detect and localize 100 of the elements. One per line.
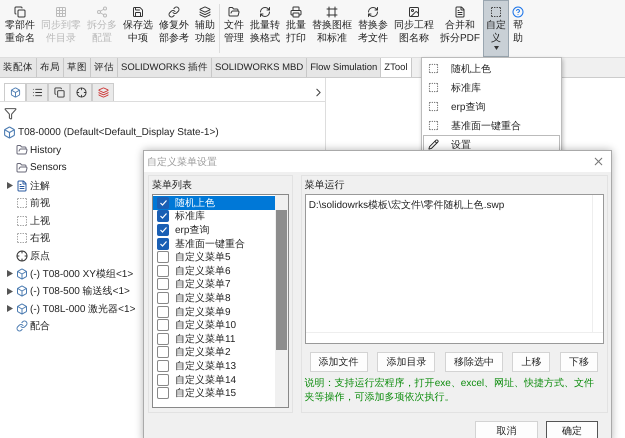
tree-item[interactable]: History: [30, 144, 62, 156]
tree-item[interactable]: (-) T08-000 XY模组<1>: [30, 266, 134, 281]
checkbox[interactable]: [157, 238, 169, 250]
list-item[interactable]: 自定义菜单2: [153, 346, 275, 360]
toolbar-button[interactable]: 保存选 中项: [120, 0, 156, 57]
action-button[interactable]: 移除选中: [444, 352, 503, 372]
checkbox[interactable]: [157, 278, 169, 290]
assembly-icon: [3, 126, 16, 140]
expand-arrow-icon[interactable]: [6, 182, 12, 190]
toolbar-button[interactable]: 批量转 换格式: [247, 0, 283, 57]
pencil-icon: [428, 139, 439, 150]
tree-item[interactable]: (-) T08L-000 激光器<1>: [30, 302, 136, 316]
plane-icon: [16, 232, 28, 244]
toolbar-button[interactable]: 文件 管理: [221, 0, 247, 57]
expand-arrow-icon[interactable]: [6, 288, 12, 295]
toolbar-button[interactable]: 替换图框 和标准: [309, 0, 355, 57]
checkbox[interactable]: [157, 210, 169, 222]
help-note: 说明：支持运行宏程序，打开exe、excel、网址、快捷方式、文件夹等操作，可添加多项依次执行。: [304, 377, 596, 405]
toolbar-button[interactable]: 辅助 功能: [192, 0, 218, 57]
checkbox[interactable]: [157, 332, 169, 345]
list-item[interactable]: 自定义菜单5: [153, 250, 275, 264]
ribbon-tab[interactable]: ZTool: [381, 58, 412, 77]
toolbar-button[interactable]: 自定 义: [483, 0, 509, 57]
menu-item[interactable]: 基准面一键重合: [423, 116, 560, 135]
macro-path-field[interactable]: D:\solidowrks模板\宏文件\零件随机上色.swp: [304, 194, 604, 344]
cancel-button[interactable]: 取消: [475, 421, 538, 438]
menu-item[interactable]: erp查询: [423, 97, 560, 116]
toolbar-button[interactable]: 修复外 部参考: [156, 0, 192, 57]
action-button[interactable]: 下移: [560, 352, 598, 372]
list-item[interactable]: 自定义菜单6: [153, 264, 275, 278]
list-item[interactable]: 自定义菜单11: [153, 332, 275, 346]
dimension-tab[interactable]: [70, 83, 92, 101]
tree-item[interactable]: T08-0000 (Default<Default_Display State-1>): [18, 127, 219, 138]
checkbox[interactable]: [157, 264, 169, 277]
list-item[interactable]: 自定义菜单15: [153, 386, 275, 400]
list-item[interactable]: 标准库: [153, 210, 275, 224]
toolbar-button[interactable]: 同步工程 图名称: [391, 0, 437, 57]
list-item[interactable]: 自定义菜单14: [153, 372, 275, 386]
toolbar-button[interactable]: 合并和 拆分PDF: [437, 0, 483, 57]
tree-item[interactable]: 注解: [30, 178, 50, 193]
list-item[interactable]: 自定义菜单13: [153, 359, 275, 373]
list-item[interactable]: 自定义菜单7: [153, 278, 275, 292]
ribbon-tab[interactable]: Flow Simulation: [307, 58, 382, 77]
ok-button[interactable]: 确定: [546, 421, 598, 438]
appearance-tab[interactable]: [92, 83, 114, 101]
mates-icon: [16, 320, 28, 332]
checkbox[interactable]: [157, 224, 169, 236]
checkbox[interactable]: [157, 251, 169, 264]
checkbox[interactable]: [157, 360, 169, 372]
list-item[interactable]: 基准面一键重合: [153, 236, 275, 250]
ribbon-tab[interactable]: 评估: [91, 58, 118, 77]
tree-item[interactable]: 配合: [30, 319, 50, 334]
toolbar-button[interactable]: 零部件 重命名: [2, 0, 38, 57]
list-item[interactable]: 自定义菜单10: [153, 318, 275, 332]
tree-item[interactable]: 右视: [30, 231, 50, 246]
checkbox[interactable]: [157, 292, 169, 304]
tree-item[interactable]: 上视: [30, 214, 50, 228]
toolbar-button[interactable]: 替换参 考文件: [355, 0, 391, 57]
tree-item[interactable]: 前视: [30, 196, 50, 210]
toolbar-button[interactable]: 批量 打印: [283, 0, 309, 57]
menu-item[interactable]: 随机上色: [423, 59, 560, 78]
list-item[interactable]: erp查询: [153, 223, 275, 237]
expand-arrow-icon[interactable]: [6, 270, 12, 278]
action-button[interactable]: 添加目录: [377, 352, 436, 372]
checkbox[interactable]: [157, 346, 169, 358]
tree-item[interactable]: Sensors: [30, 162, 67, 174]
list-item[interactable]: 自定义菜单9: [153, 304, 275, 318]
folder-icon: [228, 6, 240, 18]
property-tab[interactable]: [26, 83, 48, 101]
action-button[interactable]: 添加文件: [310, 352, 368, 372]
ribbon-tab[interactable]: SOLIDWORKS 插件: [118, 58, 212, 77]
toolbar-button[interactable]: 帮 助: [509, 0, 527, 57]
link-icon: [168, 6, 180, 18]
ribbon-tab[interactable]: 装配体: [0, 58, 37, 77]
plane-icon: [16, 214, 28, 227]
copy-icon: [14, 6, 26, 18]
checkbox[interactable]: [157, 306, 169, 318]
checkbox[interactable]: [157, 196, 169, 209]
tree-item[interactable]: (-) T08-500 输送线<1>: [30, 284, 130, 298]
list-item[interactable]: 自定义菜单8: [153, 291, 275, 305]
image-icon: [408, 6, 420, 18]
origin-icon: [16, 250, 28, 262]
configuration-tab[interactable]: [48, 83, 70, 101]
macro-icon: [428, 120, 439, 131]
ribbon-tab[interactable]: 布局: [37, 58, 64, 77]
checkbox[interactable]: [157, 319, 169, 332]
tree-item[interactable]: 原点: [30, 248, 50, 263]
list-item[interactable]: 随机上色: [153, 196, 275, 210]
checkbox[interactable]: [157, 387, 169, 400]
expand-arrow-icon[interactable]: [6, 305, 12, 312]
feature-tree-tab[interactable]: [4, 83, 26, 101]
copy-icon: [54, 87, 64, 98]
menu-item[interactable]: 标准库: [423, 78, 560, 97]
scrollbar[interactable]: [274, 195, 288, 407]
close-icon[interactable]: [592, 155, 605, 168]
filter-icon[interactable]: [4, 106, 17, 120]
ribbon-tab[interactable]: SOLIDWORKS MBD: [212, 58, 308, 77]
checkbox[interactable]: [157, 374, 169, 386]
ribbon-tab[interactable]: 草图: [64, 58, 91, 77]
action-button[interactable]: 上移: [512, 352, 550, 372]
